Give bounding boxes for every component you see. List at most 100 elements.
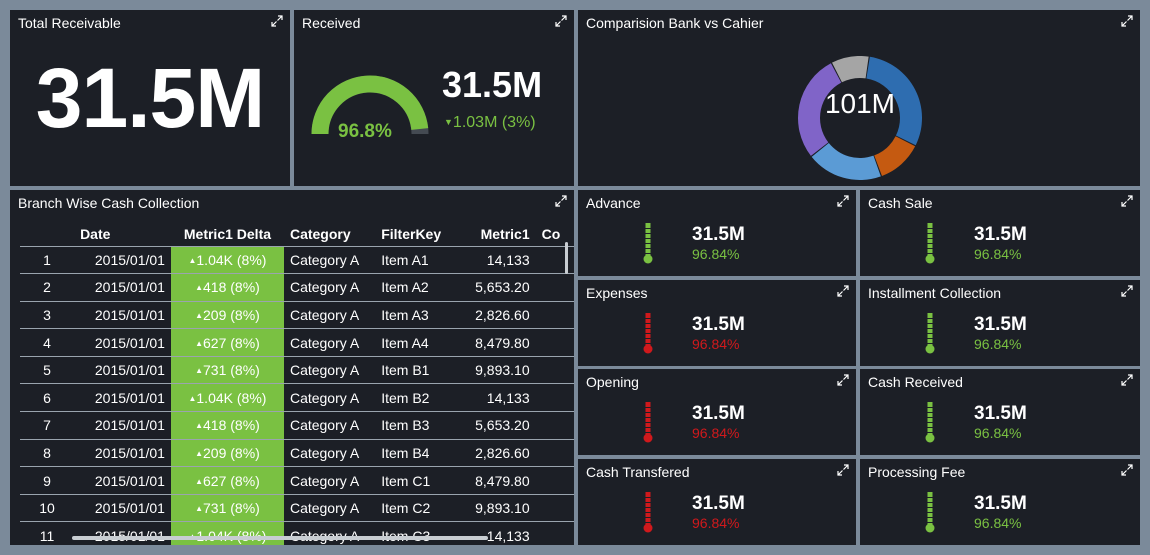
expand-arrows-icon xyxy=(271,15,283,27)
branch-table: Date Metric1 Delta Category FilterKey Metric… xyxy=(20,222,574,545)
row-category: Category A xyxy=(283,439,376,468)
expand-arrows-icon xyxy=(1121,15,1133,27)
thermometer-icon xyxy=(925,223,935,264)
expand-icon[interactable] xyxy=(837,464,849,476)
received-delta-text: 1.03M (3%) xyxy=(452,114,536,131)
row-extra xyxy=(535,383,574,413)
expand-icon[interactable] xyxy=(1121,15,1133,27)
kpi-value: 31.5M xyxy=(692,403,745,424)
thermometer-icon xyxy=(925,492,935,533)
kpi-value: 31.5M xyxy=(974,224,1027,245)
horizontal-scrollbar[interactable] xyxy=(72,536,488,540)
table-row[interactable]: 5 2015/01/01 ▲731 (8%) Category A Item B1 9,8… xyxy=(20,356,574,385)
kpi-tile: Installment Collection 31.5M 96.84% xyxy=(860,280,1140,366)
column-header[interactable]: Metric1 Delta xyxy=(170,222,284,247)
row-extra xyxy=(535,246,574,275)
row-filterkey: Item B2 xyxy=(375,383,457,413)
up-triangle-icon: ▲ xyxy=(195,338,204,348)
kpi-percent: 96.84% xyxy=(692,246,740,262)
table-row[interactable]: 8 2015/01/01 ▲209 (8%) Category A Item B4 2,8… xyxy=(20,439,574,468)
thermometer-icon xyxy=(643,313,653,354)
expand-icon[interactable] xyxy=(837,195,849,207)
column-header[interactable]: Date xyxy=(74,222,171,247)
row-date: 2015/01/01 xyxy=(74,356,171,385)
kpi-tile: Cash Received 31.5M 96.84% xyxy=(860,369,1140,455)
up-triangle-icon: ▲ xyxy=(195,476,204,486)
row-category: Category A xyxy=(283,466,376,495)
expand-icon[interactable] xyxy=(271,15,283,27)
kpi-title: Processing Fee xyxy=(868,464,966,480)
row-date: 2015/01/01 xyxy=(74,411,171,440)
kpi-tile: Cash Transfered 31.5M 96.84% xyxy=(578,459,856,545)
delta-text: 209 (8%) xyxy=(203,444,260,461)
thermometer-icon xyxy=(643,402,653,443)
kpi-title: Installment Collection xyxy=(868,285,1002,301)
row-delta: ▲731 (8%) xyxy=(170,356,284,385)
table-row[interactable]: 1 2015/01/01 ▲1.04K (8%) Category A Item A1 1… xyxy=(20,246,574,275)
expand-icon[interactable] xyxy=(555,15,567,27)
row-delta: ▲627 (8%) xyxy=(170,466,284,495)
kpi-title: Cash Received xyxy=(868,374,963,390)
donut-slice[interactable] xyxy=(874,136,916,176)
kpi-percent: 96.84% xyxy=(692,425,740,441)
up-triangle-icon: ▲ xyxy=(195,283,204,293)
delta-text: 731 (8%) xyxy=(203,362,260,379)
panel-title: Received xyxy=(302,15,361,31)
thermometer-icon xyxy=(643,223,653,264)
table-row[interactable]: 7 2015/01/01 ▲418 (8%) Category A Item B3 5,6… xyxy=(20,411,574,440)
column-header[interactable]: Metric1 xyxy=(456,222,536,247)
row-delta: ▲418 (8%) xyxy=(170,273,284,302)
donut-slice[interactable] xyxy=(811,143,881,180)
table-row[interactable]: 4 2015/01/01 ▲627 (8%) Category A Item A4 8,4… xyxy=(20,328,574,357)
delta-text: 627 (8%) xyxy=(203,472,260,489)
expand-icon[interactable] xyxy=(1121,374,1133,386)
delta-text: 418 (8%) xyxy=(203,279,260,296)
row-index: 6 xyxy=(20,383,75,413)
row-delta: ▲1.04K (8%) xyxy=(170,383,284,413)
expand-icon[interactable] xyxy=(1121,195,1133,207)
panel-title: Branch Wise Cash Collection xyxy=(18,195,200,211)
row-date: 2015/01/01 xyxy=(74,273,171,302)
expand-icon[interactable] xyxy=(837,374,849,386)
vertical-scrollbar[interactable] xyxy=(565,242,568,274)
row-metric1: 2,826.60 xyxy=(456,301,536,330)
delta-text: 1.04K (8%) xyxy=(196,251,267,268)
kpi-title: Cash Transfered xyxy=(586,464,690,480)
row-extra xyxy=(535,273,574,302)
column-header[interactable]: FilterKey xyxy=(375,222,457,247)
table-row[interactable]: 3 2015/01/01 ▲209 (8%) Category A Item A3 2,8… xyxy=(20,301,574,330)
row-delta: ▲731 (8%) xyxy=(170,494,284,523)
row-index: 8 xyxy=(20,439,75,468)
kpi-title: Opening xyxy=(586,374,639,390)
row-category: Category A xyxy=(283,383,376,413)
kpi-tile: Expenses 31.5M 96.84% xyxy=(578,280,856,366)
column-header[interactable] xyxy=(20,222,75,247)
row-metric1: 8,479.80 xyxy=(456,466,536,495)
kpi-percent: 96.84% xyxy=(974,246,1022,262)
row-filterkey: Item B1 xyxy=(375,356,457,385)
kpi-value: 31.5M xyxy=(692,314,745,335)
column-header[interactable]: Category xyxy=(283,222,376,247)
thermometer-icon xyxy=(643,492,653,533)
table-row[interactable]: 10 2015/01/01 ▲731 (8%) Category A Item C2 9,… xyxy=(20,494,574,523)
expand-icon[interactable] xyxy=(837,285,849,297)
table-row[interactable]: 9 2015/01/01 ▲627 (8%) Category A Item C1 8,4… xyxy=(20,466,574,495)
column-header[interactable]: Co xyxy=(535,222,574,247)
table-header-row: Date Metric1 Delta Category FilterKey Metric… xyxy=(20,222,574,247)
table-row[interactable]: 6 2015/01/01 ▲1.04K (8%) Category A Item B2 1… xyxy=(20,383,574,413)
row-category: Category A xyxy=(283,356,376,385)
expand-arrows-icon xyxy=(837,464,849,476)
row-category: Category A xyxy=(283,411,376,440)
row-metric1: 2,826.60 xyxy=(456,439,536,468)
expand-icon[interactable] xyxy=(1121,285,1133,297)
table-viewport[interactable]: Date Metric1 Delta Category FilterKey Metric… xyxy=(20,222,574,545)
received-panel: Received 96.8% 31.5M ▼1.03M (3%) xyxy=(294,10,574,186)
expand-icon[interactable] xyxy=(555,195,567,207)
table-row[interactable]: 2 2015/01/01 ▲418 (8%) Category A Item A2 5,6… xyxy=(20,273,574,302)
table-row[interactable]: 112015/01/01▲1.04K (8%)Category AItem C3… xyxy=(20,521,574,545)
row-filterkey: Item B4 xyxy=(375,439,457,468)
row-filterkey: Item A4 xyxy=(375,328,457,357)
expand-arrows-icon xyxy=(837,285,849,297)
expand-icon[interactable] xyxy=(1121,464,1133,476)
kpi-percent: 96.84% xyxy=(692,515,740,531)
